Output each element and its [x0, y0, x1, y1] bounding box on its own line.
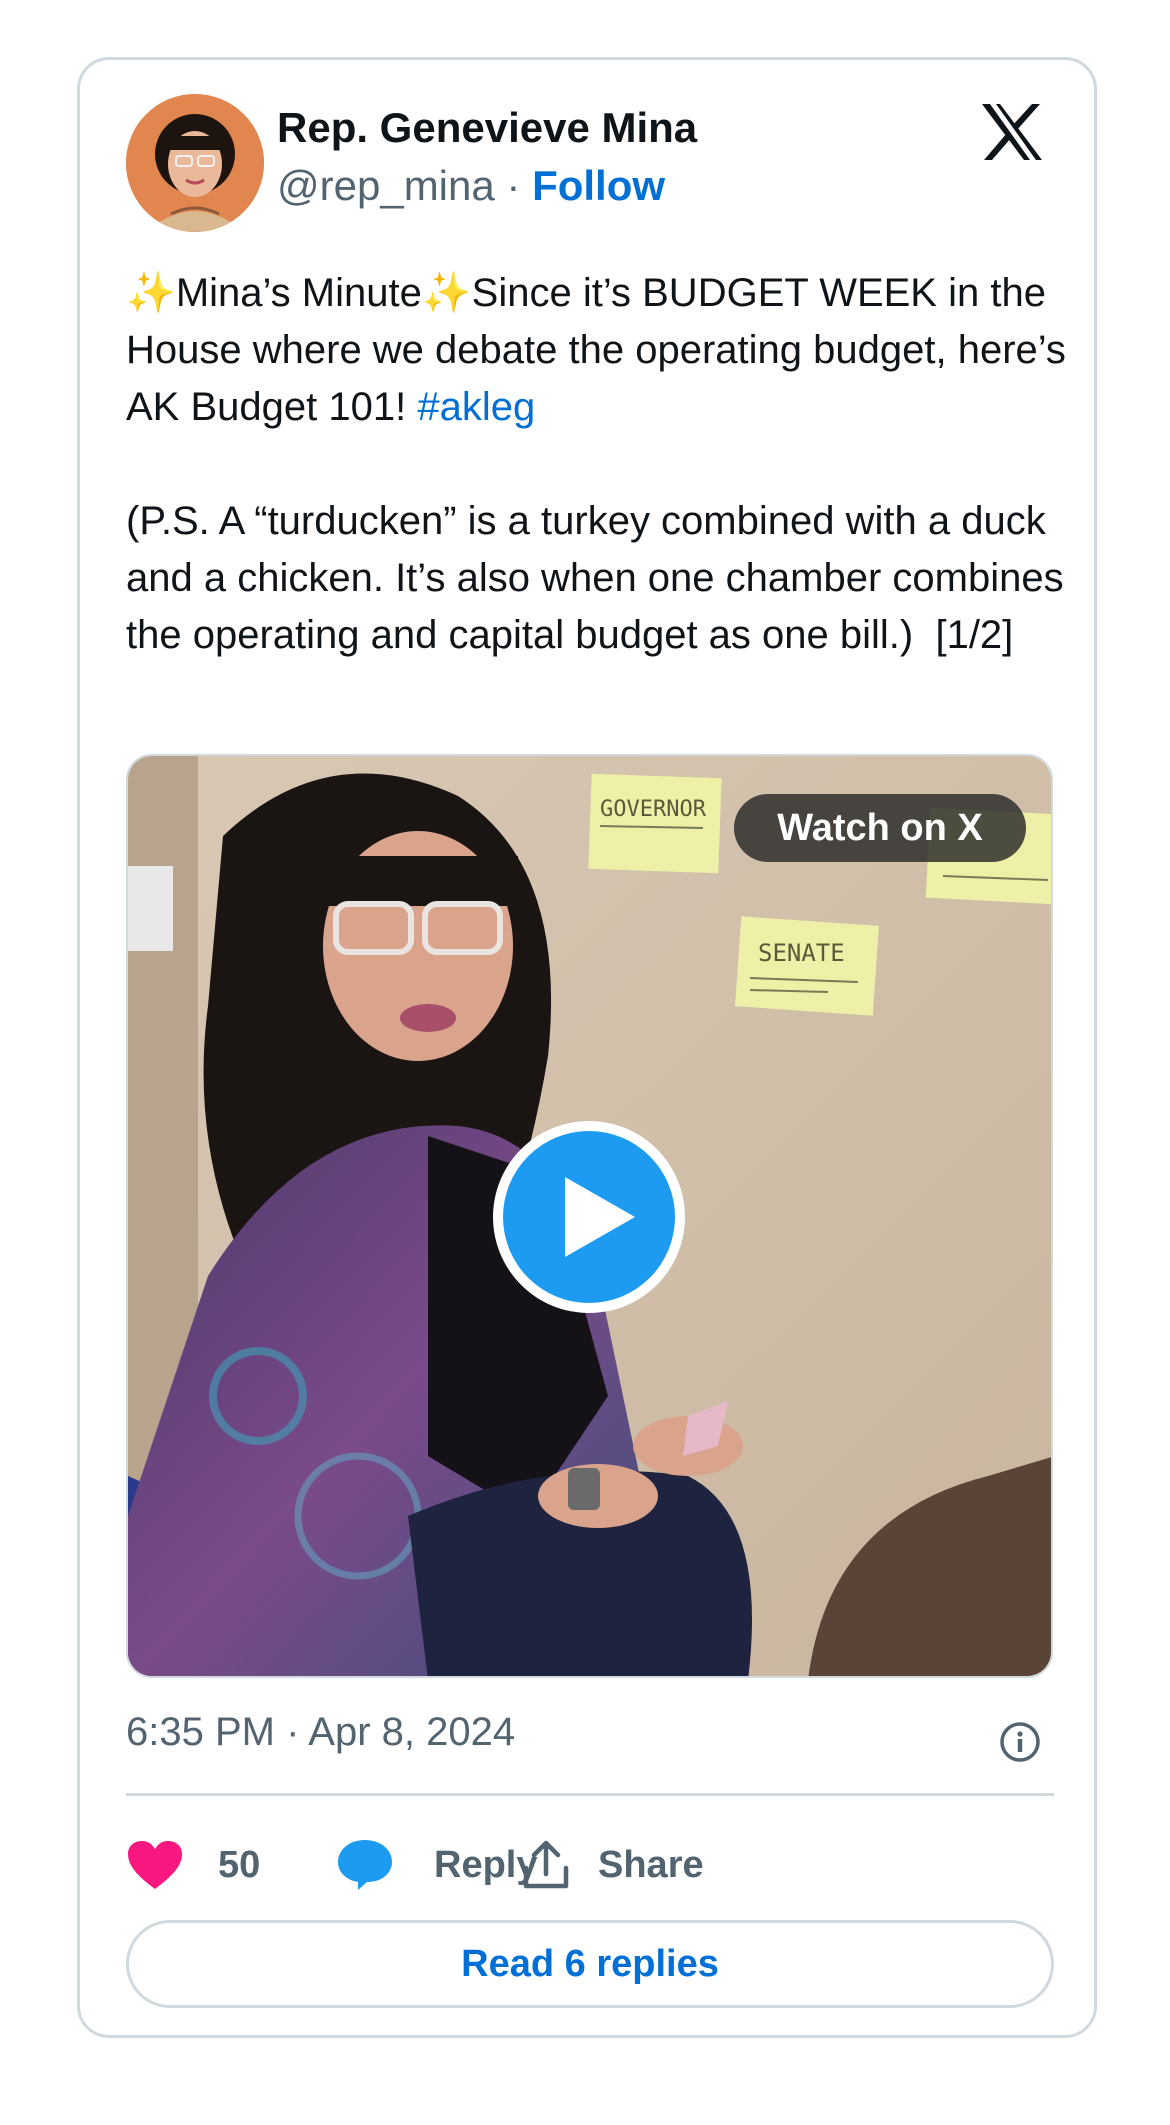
- heart-icon: [128, 1841, 182, 1889]
- video-thumbnail[interactable]: GOVERNOR SENATE Watch on X: [126, 754, 1053, 1678]
- reply-button[interactable]: Reply: [336, 1830, 537, 1900]
- sticky-note-governor: GOVERNOR: [588, 773, 722, 874]
- divider: [126, 1793, 1054, 1796]
- meta-separator: ·: [494, 162, 533, 209]
- svg-text:GOVERNOR: GOVERNOR: [600, 797, 707, 822]
- author-handle[interactable]: @rep_mina: [277, 162, 495, 209]
- tweet-timestamp[interactable]: 6:35 PM · Apr 8, 2024: [126, 1710, 515, 1755]
- share-label: Share: [598, 1843, 704, 1886]
- read-replies-button[interactable]: Read 6 replies: [126, 1920, 1054, 2008]
- tweet-text-ps: (P.S. A “turducken” is a turkey combined…: [126, 499, 1064, 657]
- author-name[interactable]: Rep. Genevieve Mina: [277, 104, 697, 152]
- tweet-text: ✨Mina’s Minute✨Since it’s BUDGET WEEK in…: [126, 265, 1066, 664]
- hashtag-link[interactable]: #akleg: [417, 385, 535, 429]
- like-count: 50: [218, 1843, 261, 1886]
- sticky-note-senate: SENATE: [735, 916, 879, 1016]
- svg-text:SENATE: SENATE: [758, 939, 845, 967]
- x-logo-icon[interactable]: [980, 102, 1044, 162]
- tweet-card: Rep. Genevieve Mina @rep_mina · Follow ✨…: [77, 57, 1097, 2038]
- tweet-header: Rep. Genevieve Mina @rep_mina · Follow: [126, 94, 1048, 234]
- avatar-image: [126, 94, 264, 232]
- avatar[interactable]: [126, 94, 264, 232]
- watch-on-x-button[interactable]: Watch on X: [734, 794, 1026, 862]
- play-icon[interactable]: [489, 1117, 689, 1317]
- sparkle-emoji: ✨: [126, 271, 176, 315]
- share-button[interactable]: Share: [522, 1830, 704, 1900]
- author-meta: @rep_mina · Follow: [277, 162, 665, 210]
- share-upload-icon: [523, 1840, 569, 1889]
- like-button[interactable]: 50: [126, 1830, 260, 1900]
- reply-bubble-icon: [338, 1840, 392, 1890]
- action-bar: 50 Reply Share: [126, 1830, 1054, 1900]
- follow-button[interactable]: Follow: [532, 162, 665, 209]
- tweet-text-title: Mina’s Minute: [175, 271, 422, 315]
- sparkle-emoji-2: ✨: [421, 271, 472, 315]
- info-icon[interactable]: [998, 1720, 1042, 1764]
